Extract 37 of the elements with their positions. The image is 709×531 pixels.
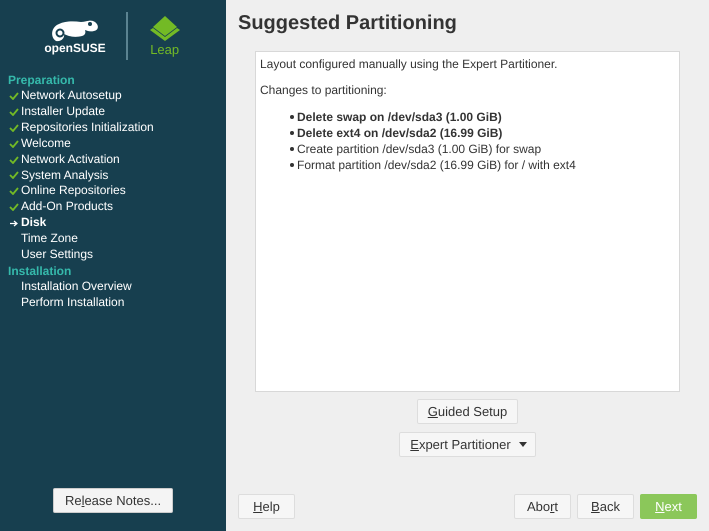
step-label: Network Activation xyxy=(21,152,120,168)
guided-setup-button[interactable]: Guided Setup xyxy=(416,399,518,424)
step-label: Repositories Initialization xyxy=(21,120,154,136)
changes-heading: Changes to partitioning: xyxy=(260,83,388,97)
wizard-button[interactable]: Back xyxy=(577,494,634,519)
step-label: Time Zone xyxy=(21,231,78,248)
product-name: Leap xyxy=(150,42,180,56)
step-label: Installation Overview xyxy=(21,278,132,295)
step-label: Network Autosetup xyxy=(21,88,122,104)
change-item: Create partition /dev/sda3 (1.00 GiB) for swap xyxy=(297,141,542,157)
wizard-button[interactable]: Abort xyxy=(514,494,571,519)
step-label: Perform Installation xyxy=(21,294,124,311)
bullet-icon xyxy=(290,163,294,167)
layers-icon xyxy=(148,16,182,42)
change-item: Format partition /dev/sda2 (16.99 GiB) for / with ext4 xyxy=(297,157,576,173)
step-label: Add-On Products xyxy=(21,199,114,216)
step-label: System Analysis xyxy=(21,168,108,184)
logo-text: openSUSE xyxy=(44,41,106,55)
step-label: User Settings xyxy=(21,247,94,263)
bullet-icon xyxy=(290,131,294,135)
step-label: Disk xyxy=(21,215,46,232)
summary-text: Layout configured manually using the Expert Partitioner. xyxy=(260,57,559,71)
step-label: Online Repositories xyxy=(21,183,126,200)
wizard-button[interactable]: Help xyxy=(238,494,295,519)
step-group-title: Preparation xyxy=(8,72,76,88)
caret-icon xyxy=(518,442,527,447)
change-item: Delete swap on /dev/sda3 (1.00 GiB) xyxy=(297,109,502,125)
bullet-icon xyxy=(290,147,294,151)
step-label: Installer Update xyxy=(21,104,106,120)
step-group-title: Installation xyxy=(8,262,72,279)
arrow-icon xyxy=(10,220,18,227)
bullet-icon xyxy=(290,115,294,119)
step-label: Welcome xyxy=(21,136,71,152)
release-notes-button[interactable]: Release Notes... xyxy=(52,488,174,513)
change-item: Delete ext4 on /dev/sda2 (16.99 GiB) xyxy=(297,125,502,141)
page-title: Suggested Partitioning xyxy=(238,12,458,35)
expert-partitioner-button[interactable]: Expert Partitioner xyxy=(399,432,536,457)
